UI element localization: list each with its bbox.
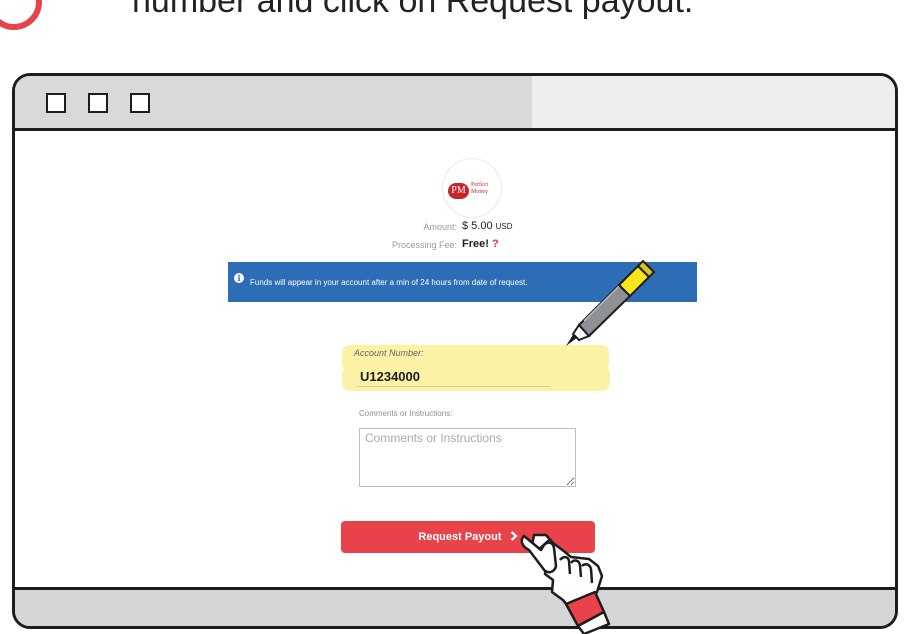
hand-pointer-icon [520,533,611,634]
highlighter-pen-icon [566,259,656,346]
illustration-overlay [520,259,656,634]
